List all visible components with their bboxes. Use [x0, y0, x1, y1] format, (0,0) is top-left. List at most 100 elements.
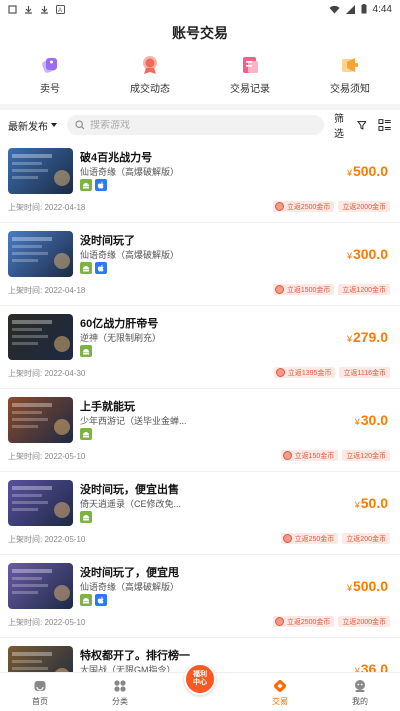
menu-item-label: 交易须知 — [330, 84, 370, 95]
rebate-text: 立返1395金币 — [287, 369, 332, 377]
rebate-tags: 立返2500金币 立返2000金币 — [272, 616, 390, 627]
bottom-tab-bar: 首页 分类 福利中心 交易 我的 — [0, 663, 400, 711]
sort-label: 最新发布 — [8, 121, 48, 133]
listing-list: 破4百兆战力号仙语奇缘（高爆破解版） ¥500.0 上架时间: 2022-04-18… — [0, 140, 400, 672]
download-icon — [25, 5, 32, 14]
menu-item-trade-notice[interactable]: 交易须知 — [300, 50, 400, 98]
rebate-badge: 立返2000金币 — [338, 201, 390, 212]
rebate-badge: 立返250金币 — [280, 533, 339, 544]
game-thumbnail — [8, 231, 73, 277]
listing-date: 上架时间: 2022-04-30 — [8, 369, 86, 378]
listing-card[interactable]: 没时间玩，便宜出售 倚天逍遥录（CE修改免... ¥50.0 上架时间: 2022-0… — [0, 472, 400, 555]
tab-label: 首页 — [32, 697, 48, 706]
notification-icon — [8, 4, 17, 14]
listing-title: 特权都开了。排行榜一 — [80, 650, 190, 662]
tab-home[interactable]: 首页 — [0, 673, 80, 711]
apple-icon — [95, 179, 107, 191]
menu-item-deal-dynamics[interactable]: 成交动态 — [100, 50, 200, 98]
android-icon — [80, 511, 92, 523]
menu-item-sell[interactable]: 卖号 — [0, 50, 100, 98]
price-value: 36.0 — [360, 661, 388, 672]
game-name: 逆神（无限制刷充） — [80, 333, 162, 343]
android-icon — [80, 262, 92, 274]
coin-icon — [275, 368, 285, 377]
listing-title: 没时间玩了 — [80, 235, 135, 247]
rebate-badge: 立返1395金币 — [273, 367, 336, 378]
rebate-text: 立返150金币 — [294, 452, 335, 460]
sell-icon — [42, 58, 57, 73]
price-value: 30.0 — [360, 412, 388, 428]
listing-date: 上架时间: 2022-05-10 — [8, 535, 86, 544]
listing-card[interactable]: 没时间玩了，便宜甩 仙语奇缘（高爆破解版） ¥500.0 上架时间: 2022-05-… — [0, 555, 400, 638]
rebate-text: 立返250金币 — [294, 535, 335, 543]
listing-date: 上架时间: 2022-04-18 — [8, 286, 86, 295]
rebate-tags: 立返1395金币 立返1116金币 — [273, 367, 390, 378]
android-icon — [80, 179, 92, 191]
listing-date: 上架时间: 2022-04-18 — [8, 203, 86, 212]
tab-trade[interactable]: 交易 — [240, 673, 320, 711]
listing-title: 没时间玩了，便宜甩 — [80, 567, 179, 579]
game-name: 仙语奇缘（高爆破解版） — [80, 250, 180, 260]
game-thumbnail — [8, 646, 73, 672]
coin-icon — [274, 285, 284, 294]
listing-price: ¥30.0 — [355, 412, 388, 428]
currency-symbol: ¥ — [346, 334, 352, 344]
rebate-badge: 立返1200金币 — [338, 284, 390, 295]
price-value: 500.0 — [352, 578, 388, 594]
game-thumbnail — [8, 397, 73, 443]
listing-card[interactable]: 没时间玩了 仙语奇缘（高爆破解版） ¥300.0 上架时间: 2022-04-18 立返… — [0, 223, 400, 306]
filter-bar: 最新发布 筛选 — [0, 104, 400, 140]
platform-badges — [80, 262, 107, 274]
price-value: 279.0 — [352, 329, 388, 345]
trade-notice-icon — [342, 58, 358, 72]
game-name: 大国战（无限GM指令） — [80, 665, 176, 672]
tab-profile[interactable]: 我的 — [320, 673, 400, 711]
game-name: 仙语奇缘（高爆破解版） — [80, 167, 180, 177]
menu-item-trade-record[interactable]: 交易记录 — [200, 50, 300, 98]
listing-title: 破4百兆战力号 — [80, 152, 153, 164]
apple-icon — [95, 262, 107, 274]
game-thumbnail — [8, 563, 73, 609]
price-value: 500.0 — [352, 163, 388, 179]
sort-dropdown[interactable]: 最新发布 — [8, 118, 57, 133]
platform-badges — [80, 511, 92, 523]
platform-badges — [80, 179, 107, 191]
listing-price: ¥500.0 — [347, 163, 388, 179]
rebate-tags: 立返2500金币 立返2000金币 — [272, 201, 390, 212]
listing-card[interactable]: 破4百兆战力号仙语奇缘（高爆破解版） ¥500.0 上架时间: 2022-04-18… — [0, 140, 400, 223]
listing-card[interactable]: 60亿战力肝帝号 逆神（无限制刷充） ¥279.0 上架时间: 2022-04-30 立… — [0, 306, 400, 389]
search-icon — [75, 120, 85, 130]
deal-dynamics-icon — [143, 56, 157, 74]
rebate-tags: 立返150金币 立返120金币 — [280, 450, 390, 461]
tab-category[interactable]: 分类 — [80, 673, 160, 711]
app-notification-icon: A — [56, 4, 65, 14]
trade-icon — [273, 679, 287, 693]
search-input[interactable] — [90, 119, 310, 131]
listing-card[interactable]: 上手就能玩 少年西游记（送毕业金蝉... ¥30.0 上架时间: 2022-05-10… — [0, 389, 400, 472]
game-name: 少年西游记（送毕业金蝉... — [80, 416, 187, 426]
listing-date: 上架时间: 2022-05-10 — [8, 452, 86, 461]
tab-welfare-center[interactable]: 福利中心 — [160, 663, 240, 711]
tab-label: 交易 — [272, 697, 288, 706]
filter-button[interactable]: 筛选 — [333, 110, 367, 140]
price-value: 50.0 — [360, 495, 388, 511]
signal-icon — [345, 4, 355, 14]
platform-badges — [80, 428, 92, 440]
rebate-badge: 立返1116金币 — [339, 367, 390, 378]
android-icon — [80, 345, 92, 357]
search-box[interactable] — [67, 115, 324, 135]
menu-item-label: 交易记录 — [230, 84, 270, 95]
welfare-center-button[interactable]: 福利中心 — [184, 663, 216, 695]
status-bar: A 4:44 — [0, 0, 400, 18]
game-thumbnail — [8, 480, 73, 526]
rebate-badge: 立返2000金币 — [338, 616, 390, 627]
menu-item-label: 成交动态 — [130, 84, 170, 95]
rebate-badge: 立返1500金币 — [272, 284, 335, 295]
rebate-tags: 立返250金币 立返200金币 — [280, 533, 390, 544]
filter-label: 筛选 — [333, 114, 344, 140]
rebate-text: 立返2500金币 — [286, 618, 331, 626]
listing-price: ¥279.0 — [347, 329, 388, 345]
battery-icon — [361, 4, 367, 14]
listing-date: 上架时间: 2022-05-10 — [8, 618, 86, 627]
layout-toggle-icon[interactable] — [378, 118, 392, 132]
